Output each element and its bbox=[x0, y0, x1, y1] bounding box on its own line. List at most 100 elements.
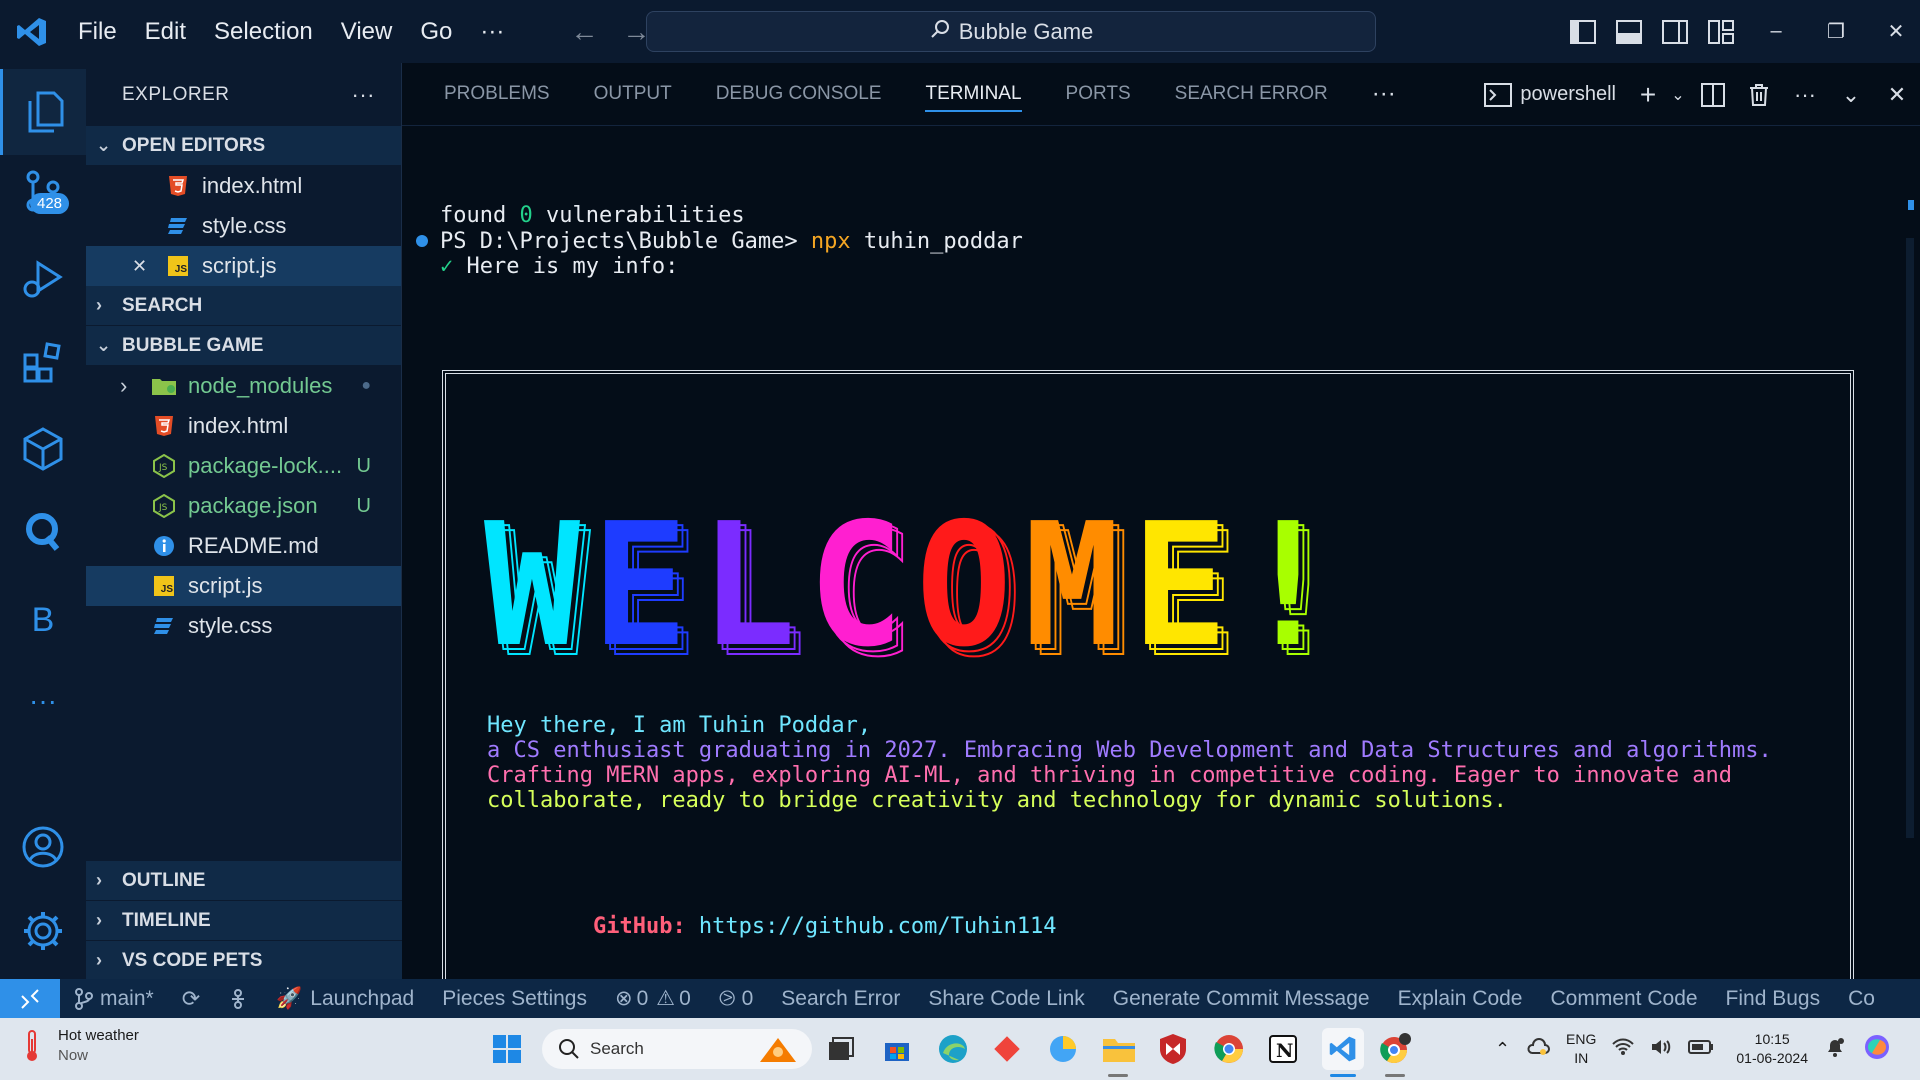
language-indicator[interactable]: ENG IN bbox=[1566, 1030, 1596, 1068]
edge-browser-icon[interactable] bbox=[936, 1032, 970, 1066]
b-extension-icon[interactable]: B bbox=[0, 601, 86, 640]
cloud-sync-icon[interactable] bbox=[1526, 1037, 1551, 1062]
scrollbar-track[interactable] bbox=[1906, 238, 1914, 838]
terminal-shell-selector[interactable]: powershell bbox=[1484, 82, 1630, 107]
problems-indicator[interactable]: ⊗ 0 ⚠ 0 bbox=[601, 986, 705, 1011]
timeline-section[interactable]: › TIMELINE bbox=[86, 901, 402, 941]
sync-icon[interactable]: ⟳ bbox=[168, 986, 214, 1012]
welcome-letter-glyph: O bbox=[916, 487, 1012, 685]
tab-output[interactable]: OUTPUT bbox=[572, 63, 694, 126]
microsoft-store-icon[interactable] bbox=[880, 1032, 914, 1066]
file-item[interactable]: style.css bbox=[86, 606, 401, 646]
explain-code-button[interactable]: Explain Code bbox=[1384, 987, 1537, 1011]
panel-more-icon[interactable]: ··· bbox=[1350, 63, 1418, 126]
search-section[interactable]: › SEARCH bbox=[86, 286, 401, 326]
tab-terminal[interactable]: TERMINAL bbox=[903, 63, 1043, 126]
folder-item[interactable]: › node_modules ● bbox=[86, 366, 401, 406]
ports-indicator[interactable]: ⧁ 0 bbox=[705, 987, 768, 1011]
collapse-panel-icon[interactable]: ⌄ bbox=[1828, 82, 1874, 108]
find-bugs-button[interactable]: Find Bugs bbox=[1712, 987, 1835, 1011]
tab-ports[interactable]: PORTS bbox=[1044, 63, 1153, 126]
task-view-icon[interactable] bbox=[824, 1032, 858, 1066]
back-arrow-icon[interactable]: ← bbox=[558, 16, 610, 48]
menu-go[interactable]: Go bbox=[406, 18, 466, 46]
open-editor-item-active[interactable]: ✕ JS script.js bbox=[86, 246, 401, 286]
vscode-pets-section[interactable]: › VS CODE PETS bbox=[86, 941, 402, 981]
clock[interactable]: 10:15 01-06-2024 bbox=[1736, 1030, 1808, 1068]
battery-icon[interactable] bbox=[1688, 1039, 1714, 1059]
panel-more-actions-icon[interactable]: ··· bbox=[1782, 82, 1828, 108]
project-section[interactable]: ⌄ BUBBLE GAME bbox=[86, 326, 401, 366]
git-graph-icon[interactable] bbox=[214, 988, 262, 1009]
tab-problems[interactable]: PROBLEMS bbox=[422, 63, 572, 126]
split-terminal-icon[interactable] bbox=[1690, 82, 1736, 107]
mcafee-icon[interactable] bbox=[1156, 1032, 1190, 1066]
close-icon[interactable]: ✕ bbox=[132, 256, 164, 277]
open-editor-item[interactable]: index.html bbox=[86, 166, 401, 206]
extensions-icon[interactable] bbox=[0, 341, 86, 385]
tab-search-error[interactable]: SEARCH ERROR bbox=[1153, 63, 1350, 126]
menu-view[interactable]: View bbox=[327, 18, 407, 46]
anydesk-icon[interactable] bbox=[990, 1032, 1024, 1066]
close-panel-icon[interactable]: ✕ bbox=[1874, 82, 1920, 108]
file-item[interactable]: README.md bbox=[86, 526, 401, 566]
remote-indicator-icon[interactable] bbox=[0, 979, 60, 1018]
taskbar-search[interactable]: Search bbox=[542, 1029, 812, 1069]
menu-more[interactable]: ··· bbox=[466, 18, 518, 46]
explorer-more-icon[interactable]: ··· bbox=[352, 82, 375, 108]
menu-edit[interactable]: Edit bbox=[131, 18, 200, 46]
generate-commit-message-button[interactable]: Generate Commit Message bbox=[1099, 987, 1384, 1011]
file-item[interactable]: JS package.json U bbox=[86, 486, 401, 526]
q-extension-icon[interactable] bbox=[0, 509, 86, 553]
new-terminal-plus-icon[interactable]: + bbox=[1630, 79, 1666, 111]
truncated-status-item[interactable]: Co bbox=[1834, 987, 1875, 1011]
toggle-primary-sidebar-icon[interactable] bbox=[1560, 19, 1606, 44]
wifi-icon[interactable] bbox=[1612, 1038, 1635, 1061]
chevron-up-icon[interactable]: ⌃ bbox=[1495, 1039, 1510, 1059]
github-link[interactable]: https://github.com/Tuhin114 bbox=[686, 914, 1057, 939]
vscode-logo-icon[interactable] bbox=[0, 0, 64, 63]
copilot-icon[interactable] bbox=[1862, 1032, 1892, 1067]
terminal-output[interactable]: found 0 vulnerabilities PS D:\Projects\B… bbox=[402, 126, 1920, 1034]
outline-section[interactable]: › OUTLINE bbox=[86, 861, 402, 901]
notion-icon[interactable]: N bbox=[1266, 1032, 1300, 1066]
more-views-icon[interactable]: ··· bbox=[0, 685, 86, 717]
toggle-panel-icon[interactable] bbox=[1606, 19, 1652, 44]
run-debug-icon[interactable] bbox=[0, 257, 86, 301]
pieces-os-icon[interactable] bbox=[1046, 1032, 1080, 1066]
file-item[interactable]: index.html bbox=[86, 406, 401, 446]
open-editors-section[interactable]: ⌄ OPEN EDITORS bbox=[86, 126, 401, 166]
search-error-button[interactable]: Search Error bbox=[767, 987, 914, 1011]
chrome-profile-icon[interactable] bbox=[1378, 1032, 1412, 1066]
menu-file[interactable]: File bbox=[64, 18, 131, 46]
restore-button[interactable]: ❐ bbox=[1806, 19, 1866, 44]
customize-layout-icon[interactable] bbox=[1698, 19, 1744, 44]
package-box-icon[interactable] bbox=[0, 425, 86, 471]
account-icon[interactable] bbox=[0, 825, 86, 869]
notification-bell-icon[interactable] bbox=[1824, 1036, 1846, 1063]
tab-debug-console[interactable]: DEBUG CONSOLE bbox=[694, 63, 904, 126]
menu-selection[interactable]: Selection bbox=[200, 18, 327, 46]
volume-icon[interactable] bbox=[1650, 1038, 1672, 1061]
launchpad-button[interactable]: 🚀 Launchpad bbox=[262, 987, 428, 1011]
weather-widget[interactable]: Hot weather Now bbox=[20, 1026, 139, 1066]
open-editor-item[interactable]: style.css bbox=[86, 206, 401, 246]
trash-icon[interactable] bbox=[1736, 83, 1782, 107]
file-explorer-icon[interactable] bbox=[1102, 1032, 1136, 1066]
vscode-taskbar-icon[interactable] bbox=[1322, 1028, 1364, 1070]
file-item[interactable]: JS package-lock.... U bbox=[86, 446, 401, 486]
chrome-icon[interactable] bbox=[1212, 1032, 1246, 1066]
comment-code-button[interactable]: Comment Code bbox=[1536, 987, 1711, 1011]
settings-gear-icon[interactable] bbox=[0, 909, 86, 953]
pieces-settings-button[interactable]: Pieces Settings bbox=[428, 987, 601, 1011]
command-center-search[interactable]: Bubble Game bbox=[646, 11, 1376, 52]
windows-start-icon[interactable] bbox=[490, 1032, 524, 1066]
file-item-active[interactable]: JS script.js bbox=[86, 566, 401, 606]
share-code-link-button[interactable]: Share Code Link bbox=[914, 987, 1098, 1011]
toggle-secondary-sidebar-icon[interactable] bbox=[1652, 19, 1698, 44]
minimize-button[interactable]: – bbox=[1746, 20, 1806, 43]
explorer-icon[interactable] bbox=[0, 69, 86, 155]
chevron-down-icon[interactable]: ⌄ bbox=[1666, 85, 1690, 105]
branch-indicator[interactable]: main* bbox=[60, 987, 168, 1011]
close-button[interactable]: ✕ bbox=[1866, 19, 1920, 44]
